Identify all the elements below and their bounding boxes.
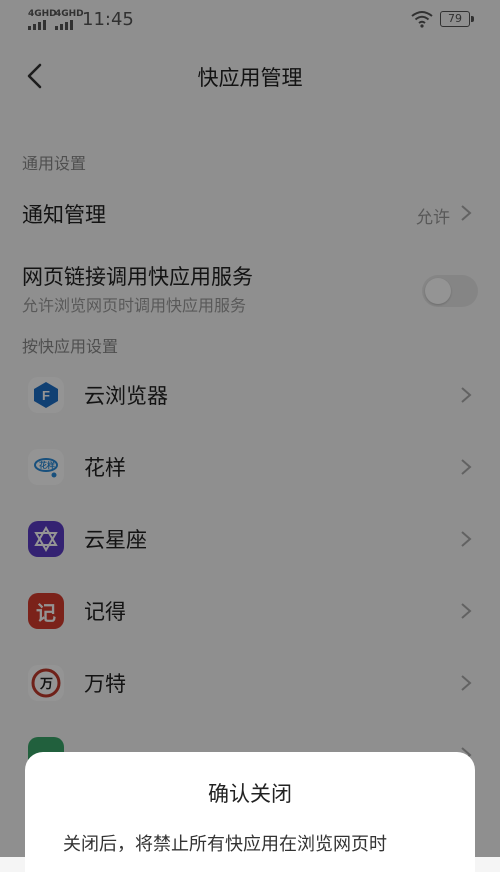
dialog-title: 确认关闭 [208, 782, 292, 806]
modal-overlay[interactable] [0, 0, 500, 857]
dialog-message: 关闭后，将禁止所有快应用在浏览网页时 [63, 834, 387, 855]
confirm-dialog: 确认关闭 关闭后，将禁止所有快应用在浏览网页时 [25, 752, 475, 872]
